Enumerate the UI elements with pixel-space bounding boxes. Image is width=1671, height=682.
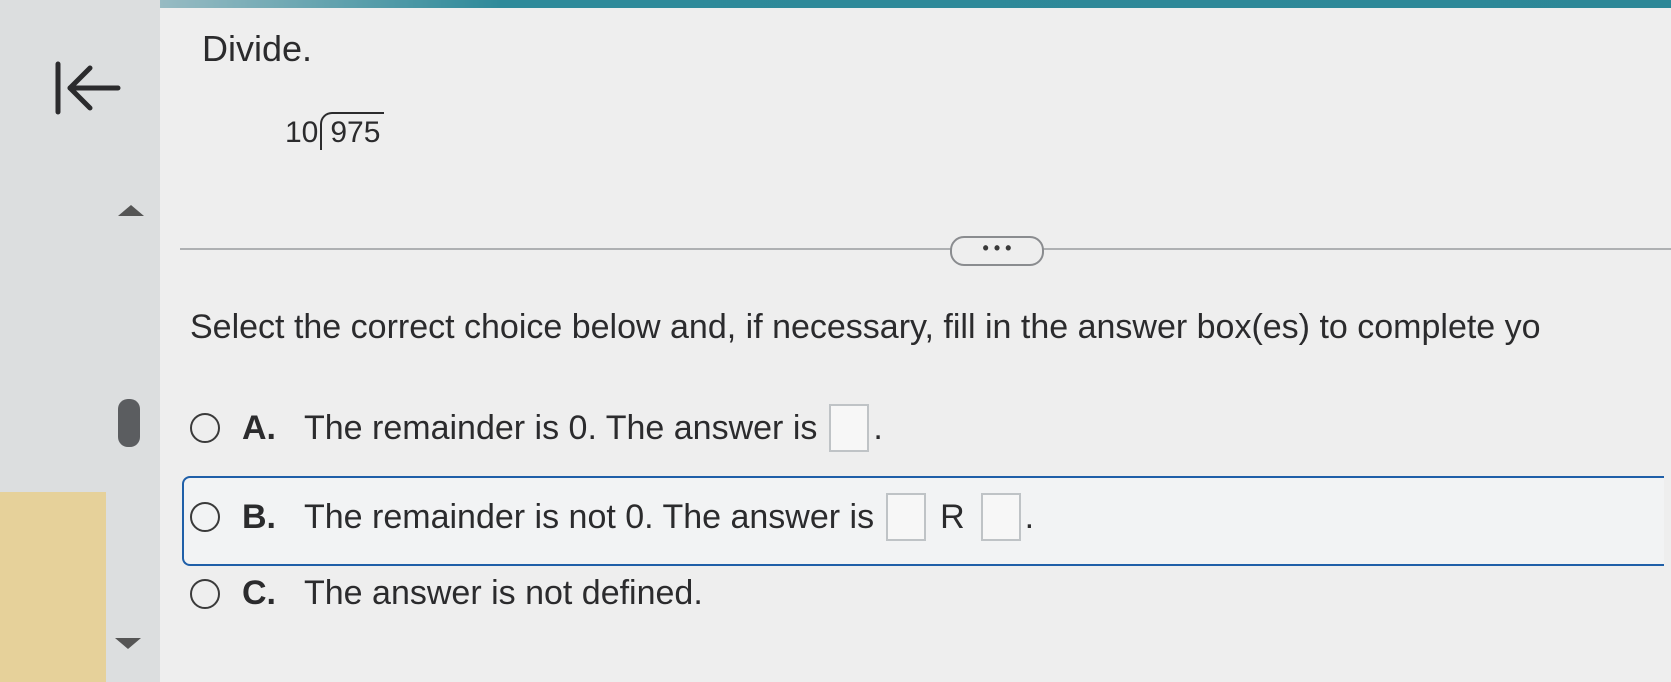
radio-button-c[interactable] xyxy=(190,578,220,609)
choice-text: The remainder is not 0. The answer is xyxy=(304,497,875,536)
answer-box-a[interactable] xyxy=(829,404,870,452)
choice-text: The remainder is 0. The answer is xyxy=(304,408,818,447)
section-divider xyxy=(180,248,1671,250)
choice-suffix: . xyxy=(873,408,883,447)
choice-a[interactable]: A. The remainder is 0. The answer is . xyxy=(190,404,883,452)
long-division-expression: 10 975 xyxy=(285,112,385,150)
question-title: Divide. xyxy=(202,28,313,69)
choice-text: The answer is not defined. xyxy=(304,574,703,612)
choice-c[interactable]: C. The answer is not defined. xyxy=(190,574,703,613)
answer-box-remainder[interactable] xyxy=(980,493,1021,541)
scroll-down-arrow[interactable] xyxy=(115,638,141,649)
back-to-start-icon[interactable] xyxy=(52,58,124,118)
top-accent-bar xyxy=(0,0,1671,8)
instruction-text: Select the correct choice below and, if … xyxy=(190,308,1541,346)
scroll-up-arrow[interactable] xyxy=(118,205,144,216)
choice-letter: B. xyxy=(242,497,276,536)
left-navigation-rail xyxy=(0,0,160,682)
question-panel: Divide. 10 975 • • • Select the correct … xyxy=(160,8,1671,682)
choice-b[interactable]: B. The remainder is not 0. The answer is… xyxy=(190,493,1034,541)
sticky-note-region xyxy=(0,492,106,682)
divisor: 10 xyxy=(285,116,319,149)
choice-letter: C. xyxy=(242,574,276,612)
radio-button-a[interactable] xyxy=(190,413,220,443)
dividend: 975 xyxy=(320,112,385,150)
answer-box-quotient[interactable] xyxy=(886,493,927,541)
choice-letter: A. xyxy=(242,408,276,447)
scrollbar-thumb[interactable] xyxy=(118,399,140,447)
remainder-label: R xyxy=(940,497,965,536)
more-options-button[interactable]: • • • xyxy=(950,236,1044,266)
radio-button-b[interactable] xyxy=(190,502,220,532)
choice-suffix: . xyxy=(1024,497,1035,536)
